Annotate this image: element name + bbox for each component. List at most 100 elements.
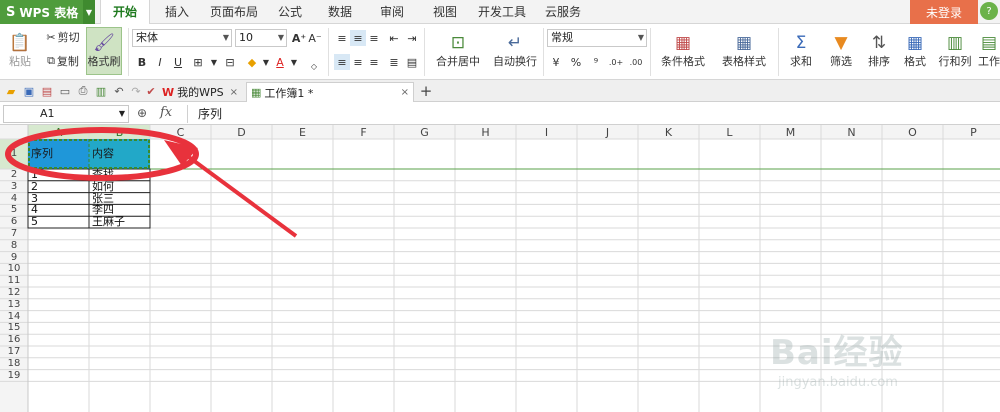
export-pdf-icon[interactable]: ▤	[39, 83, 55, 99]
close-icon[interactable]: ×	[401, 87, 409, 98]
percent-button[interactable]: %	[568, 54, 584, 70]
align-right-icon[interactable]: ≡	[366, 54, 382, 70]
row-header-9[interactable]: 9	[0, 252, 28, 264]
column-header-k[interactable]: K	[638, 126, 699, 139]
bold-button[interactable]: B	[134, 54, 150, 70]
column-header-m[interactable]: M	[760, 126, 821, 139]
number-format-select[interactable]: 常规 ▼	[547, 29, 647, 47]
cell-a4[interactable]: 3	[28, 193, 89, 205]
column-header-b[interactable]: B	[89, 126, 150, 139]
undo-icon[interactable]: ↶	[111, 83, 127, 99]
row-header-10[interactable]: 10	[0, 263, 28, 275]
column-header-o[interactable]: O	[882, 126, 943, 139]
column-header-i[interactable]: I	[516, 126, 577, 139]
cell-b5[interactable]: 李四	[89, 204, 150, 216]
wrap-text-button[interactable]: ↵ 自动换行	[490, 28, 540, 74]
row-header-11[interactable]: 11	[0, 275, 28, 287]
formula-input[interactable]: 序列	[187, 105, 997, 123]
column-header-h[interactable]: H	[455, 126, 516, 139]
open-folder-icon[interactable]: ▰	[3, 83, 19, 99]
tab-my-wps[interactable]: W 我的WPS ×	[158, 82, 242, 102]
indent-increase-icon[interactable]: ⇥	[404, 30, 420, 46]
increase-decimal-icon[interactable]: .0+	[608, 54, 624, 70]
decrease-decimal-icon[interactable]: .00	[628, 54, 644, 70]
row-header-7[interactable]: 7	[0, 228, 28, 240]
align-left-icon[interactable]: ≡	[334, 54, 350, 70]
distribute-icon[interactable]: ▤	[404, 54, 420, 70]
column-header-a[interactable]: A	[28, 126, 89, 139]
cell-b4[interactable]: 张三	[89, 193, 150, 205]
tab-home[interactable]: 开始	[100, 0, 150, 25]
fx-icon[interactable]: fx	[160, 105, 172, 120]
font-name-select[interactable]: 宋体 ▼	[132, 29, 232, 47]
underline-button[interactable]: U	[170, 54, 186, 70]
cell-b6[interactable]: 王麻子	[89, 216, 150, 228]
new-tab-button[interactable]: +	[418, 82, 434, 100]
row-header-17[interactable]: 17	[0, 346, 28, 358]
merge-center-button[interactable]: ⊡ 合并居中	[428, 28, 488, 74]
cut-button[interactable]: ✂ 剪切	[42, 28, 84, 46]
row-header-13[interactable]: 13	[0, 299, 28, 311]
row-header-2[interactable]: 2	[0, 169, 28, 181]
redo-icon[interactable]: ↷	[128, 83, 144, 99]
table-style-button[interactable]: ▦ 表格样式	[714, 28, 774, 74]
tab-view[interactable]: 视图	[425, 0, 465, 24]
tab-page-layout[interactable]: 页面布局	[205, 0, 263, 24]
indent-decrease-icon[interactable]: ⇤	[386, 30, 402, 46]
column-header-l[interactable]: L	[699, 126, 760, 139]
sum-button[interactable]: Σ 求和	[782, 28, 820, 74]
row-header-4[interactable]: 4	[0, 193, 28, 205]
save-icon[interactable]: ▣	[21, 83, 37, 99]
copy-button[interactable]: ⧉ 复制	[42, 52, 84, 70]
align-top-icon[interactable]: ≡	[334, 30, 350, 46]
decrease-font-icon[interactable]: A⁻	[307, 30, 323, 46]
clear-format-icon[interactable]: ◇	[306, 58, 322, 74]
row-header-16[interactable]: 16	[0, 334, 28, 346]
border-icon[interactable]: ⊞	[190, 54, 206, 70]
tab-review[interactable]: 审阅	[372, 0, 412, 24]
column-header-c[interactable]: C	[150, 126, 211, 139]
column-header-f[interactable]: F	[333, 126, 394, 139]
cell-a1[interactable]: 序列	[28, 139, 89, 169]
align-center-icon[interactable]: ≡	[350, 54, 366, 70]
comma-button[interactable]: ⁹	[588, 54, 604, 70]
column-header-n[interactable]: N	[821, 126, 882, 139]
row-header-3[interactable]: 3	[0, 181, 28, 193]
row-header-14[interactable]: 14	[0, 311, 28, 323]
chevron-down-icon[interactable]: ▼	[286, 54, 302, 70]
login-button[interactable]: 未登录	[910, 0, 978, 24]
row-header-12[interactable]: 12	[0, 287, 28, 299]
filter-button[interactable]: ▼ 筛选	[822, 28, 860, 74]
column-header-d[interactable]: D	[211, 126, 272, 139]
row-header-19[interactable]: 19	[0, 370, 28, 382]
row-header-15[interactable]: 15	[0, 322, 28, 334]
currency-button[interactable]: ¥	[548, 54, 564, 70]
tab-cloud[interactable]: 云服务	[538, 0, 588, 24]
help-icon[interactable]: ?	[980, 2, 998, 20]
app-menu-button[interactable]: S WPS 表格 ▼	[0, 0, 95, 24]
increase-font-icon[interactable]: A⁺	[291, 30, 307, 46]
print-preview-icon[interactable]: ▭	[57, 83, 73, 99]
justify-icon[interactable]: ≣	[386, 54, 402, 70]
row-header-1[interactable]: 1	[0, 139, 28, 169]
app-dropdown-icon[interactable]: ▼	[83, 0, 95, 24]
tab-developer[interactable]: 开发工具	[472, 0, 532, 24]
preview-icon[interactable]: ▥	[93, 83, 109, 99]
cell-a6[interactable]: 5	[28, 216, 89, 228]
row-header-18[interactable]: 18	[0, 358, 28, 370]
format-button[interactable]: ▦ 格式	[898, 28, 932, 74]
worksheet-button[interactable]: ▤ 工作	[978, 28, 1000, 74]
tab-workbook1[interactable]: ▦ 工作簿1 * ×	[246, 82, 414, 102]
print-icon[interactable]: ⎙	[75, 83, 91, 99]
zoom-icon[interactable]: ⊕	[137, 106, 147, 120]
cell-b1[interactable]: 内容	[89, 139, 150, 169]
font-size-select[interactable]: 10 ▼	[235, 29, 287, 47]
align-bottom-icon[interactable]: ≡	[366, 30, 382, 46]
cell-a5[interactable]: 4	[28, 204, 89, 216]
cell-a2[interactable]: 1	[28, 169, 89, 181]
sort-button[interactable]: ⇅ 排序	[860, 28, 898, 74]
chevron-down-icon[interactable]: ▼	[206, 54, 222, 70]
tab-formulas[interactable]: 公式	[270, 0, 310, 24]
paste-button[interactable]: 📋 粘贴	[4, 28, 36, 74]
cell-a3[interactable]: 2	[28, 181, 89, 193]
